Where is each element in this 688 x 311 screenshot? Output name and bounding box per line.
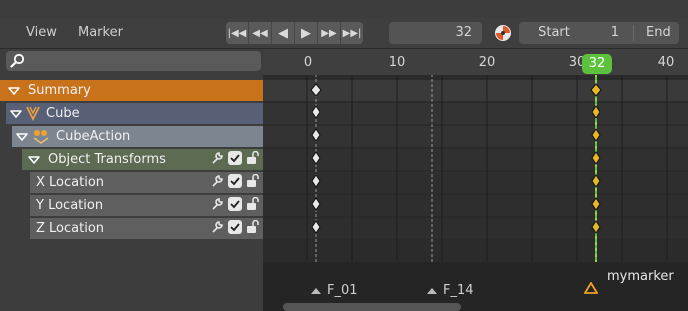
- keyframe-selected[interactable]: [591, 128, 601, 142]
- playback-controls: |◀◀ ◀◀ ◀ ▶ ▶▶ ▶▶|: [226, 22, 363, 44]
- wrench-icon[interactable]: [210, 220, 224, 234]
- lock-icon[interactable]: [246, 220, 260, 234]
- channel-label: Cube: [46, 106, 80, 121]
- search-input[interactable]: [6, 51, 261, 71]
- collapse-triangle-icon[interactable]: [28, 156, 40, 164]
- channel-fcurve-y-location[interactable]: Y Location: [30, 195, 263, 216]
- channel-object-cube[interactable]: Cube: [6, 103, 263, 124]
- jump-end-icon[interactable]: ▶▶|: [341, 22, 363, 44]
- mute-checkbox[interactable]: [228, 197, 242, 211]
- lock-icon[interactable]: [246, 197, 260, 211]
- keyframe[interactable]: [311, 151, 321, 165]
- collapse-triangle-icon[interactable]: [16, 133, 28, 141]
- channel-fcurve-x-location[interactable]: X Location: [30, 172, 263, 193]
- view-menu[interactable]: View: [26, 25, 57, 40]
- wrench-icon[interactable]: [210, 174, 224, 188]
- keyframe[interactable]: [311, 105, 321, 119]
- collapse-triangle-icon[interactable]: [10, 110, 22, 118]
- mute-checkbox[interactable]: [228, 220, 242, 234]
- start-value[interactable]: 1: [589, 22, 619, 44]
- marker-label: F_14: [443, 283, 474, 298]
- ruler-label: 0: [303, 55, 313, 70]
- action-icon: [33, 130, 49, 144]
- keyframe[interactable]: [310, 83, 322, 97]
- lock-icon[interactable]: [246, 151, 260, 165]
- channel-controls: [210, 151, 260, 165]
- lock-icon[interactable]: [246, 174, 260, 188]
- dopesheet-editor: View Marker |◀◀ ◀◀ ◀ ▶ ▶▶ ▶▶| 32 Start 1…: [0, 0, 688, 311]
- collapse-triangle-icon[interactable]: [8, 87, 20, 95]
- current-frame-field[interactable]: 32: [389, 22, 482, 44]
- frame-ruler[interactable]: 0 10 20 30 40: [263, 49, 688, 75]
- channel-controls: [210, 197, 260, 211]
- ruler-label: 10: [388, 55, 406, 70]
- keyframes[interactable]: [263, 48, 688, 248]
- auto-keying-icon[interactable]: [494, 24, 512, 42]
- channel-label: Summary: [28, 83, 91, 98]
- wrench-icon[interactable]: [210, 197, 224, 211]
- channel-summary[interactable]: Summary: [0, 80, 263, 101]
- ruler-label: 20: [478, 55, 496, 70]
- keyframe-selected[interactable]: [591, 197, 601, 211]
- channel-label: CubeAction: [56, 129, 131, 144]
- jump-start-icon[interactable]: |◀◀: [226, 22, 249, 44]
- mute-checkbox[interactable]: [228, 151, 242, 165]
- header: View Marker |◀◀ ◀◀ ◀ ▶ ▶▶ ▶▶| 32 Start 1…: [0, 18, 688, 49]
- marker-triangle-icon[interactable]: [310, 287, 322, 295]
- keyframe-selected[interactable]: [591, 220, 601, 234]
- channel-label: Object Transforms: [48, 152, 166, 167]
- divider: [633, 25, 634, 41]
- keyframe-selected[interactable]: [590, 83, 602, 97]
- horizontal-scrollbar[interactable]: [283, 303, 461, 311]
- channel-controls: [210, 220, 260, 234]
- end-label: End: [646, 25, 671, 40]
- play-reverse-icon[interactable]: ◀: [272, 22, 295, 44]
- channel-label: Y Location: [36, 198, 104, 213]
- marker-triangle-icon[interactable]: [426, 287, 438, 295]
- search-icon: [10, 53, 25, 68]
- jump-prev-keyframe-icon[interactable]: ◀◀: [249, 22, 272, 44]
- keyframe[interactable]: [311, 220, 321, 234]
- start-label: Start: [538, 25, 570, 40]
- marker-label: F_01: [327, 283, 358, 298]
- channel-group[interactable]: Object Transforms: [22, 149, 263, 170]
- marker-menu[interactable]: Marker: [78, 25, 123, 40]
- keyframe-column-frame-32[interactable]: [590, 83, 602, 234]
- ruler-label: 40: [657, 55, 675, 70]
- keyframe-selected[interactable]: [591, 105, 601, 119]
- object-icon: [26, 106, 40, 121]
- channel-label: X Location: [36, 175, 105, 190]
- keyframe[interactable]: [311, 128, 321, 142]
- channel-fcurve-z-location[interactable]: Z Location: [30, 218, 263, 239]
- mute-checkbox[interactable]: [228, 174, 242, 188]
- jump-next-keyframe-icon[interactable]: ▶▶: [318, 22, 341, 44]
- marker-label-selected: mymarker: [607, 269, 674, 284]
- marker-selected-icon[interactable]: [584, 282, 598, 294]
- keyframe[interactable]: [311, 197, 321, 211]
- keyframe-column-frame-1[interactable]: [310, 83, 322, 234]
- keyframe-selected[interactable]: [591, 174, 601, 188]
- keyframe[interactable]: [311, 174, 321, 188]
- channel-controls: [210, 174, 260, 188]
- keyframe-selected[interactable]: [591, 151, 601, 165]
- playhead-indicator[interactable]: 32: [582, 54, 612, 74]
- channel-action[interactable]: CubeAction: [12, 126, 263, 147]
- play-icon[interactable]: ▶: [295, 22, 318, 44]
- frame-range-fields[interactable]: Start 1 End: [519, 22, 679, 44]
- wrench-icon[interactable]: [210, 151, 224, 165]
- channel-label: Z Location: [36, 221, 105, 236]
